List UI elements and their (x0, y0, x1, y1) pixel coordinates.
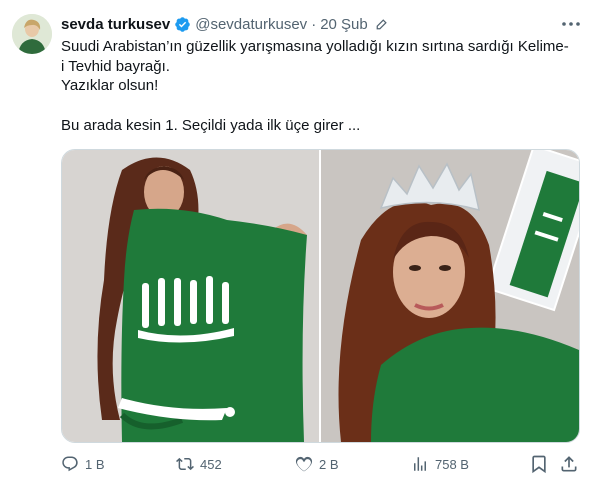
separator-dot: · (311, 15, 317, 33)
retweet-icon (176, 457, 194, 471)
media-grid[interactable] (61, 149, 580, 443)
author-handle[interactable]: @sevdaturkusev (195, 16, 307, 33)
like-icon (295, 456, 313, 472)
like-button[interactable]: 2 B (295, 452, 339, 476)
photo-flag-back[interactable] (62, 150, 319, 442)
views-icon (414, 457, 426, 471)
tweet-date[interactable]: 20 Şub (320, 16, 368, 33)
reply-count: 1 B (85, 456, 105, 472)
tweet-text-line: ​ (61, 96, 581, 116)
tweet[interactable]: sevda turkusev @sevdaturkusev · 20 Şub S… (0, 0, 606, 487)
author-name[interactable]: sevda turkusev (61, 16, 170, 33)
edit-icon[interactable] (374, 17, 389, 32)
tweet-text: Suudi Arabistan’ın güzellik yarışmasına … (61, 37, 581, 136)
tweet-text-line: i Tevhid bayrağı. (61, 57, 170, 75)
retweet-count: 452 (200, 456, 222, 472)
views-button[interactable]: 758 B (411, 452, 469, 476)
avatar[interactable] (12, 14, 52, 54)
action-bar: 1 B 452 2 B 758 B (61, 452, 581, 476)
tweet-text-line: Yazıklar olsun! (61, 77, 159, 95)
reply-button[interactable]: 1 B (61, 452, 105, 476)
like-count: 2 B (319, 456, 339, 472)
retweet-button[interactable]: 452 (176, 452, 222, 476)
verified-badge-icon (175, 16, 190, 32)
avatar-image (12, 14, 52, 54)
reply-icon (62, 456, 78, 472)
more-icon[interactable] (559, 14, 583, 34)
tweet-text-line: Suudi Arabistan’ın güzellik yarışmasına … (61, 38, 569, 55)
photo-crown[interactable] (321, 150, 579, 442)
tweet-text-line: Bu arada kesin 1. Seçildi yada ilk üçe g… (61, 116, 361, 134)
share-icon[interactable] (559, 454, 579, 474)
views-count: 758 B (435, 456, 469, 472)
tweet-header: sevda turkusev @sevdaturkusev · 20 Şub (61, 14, 389, 34)
bookmark-icon[interactable] (529, 454, 549, 474)
